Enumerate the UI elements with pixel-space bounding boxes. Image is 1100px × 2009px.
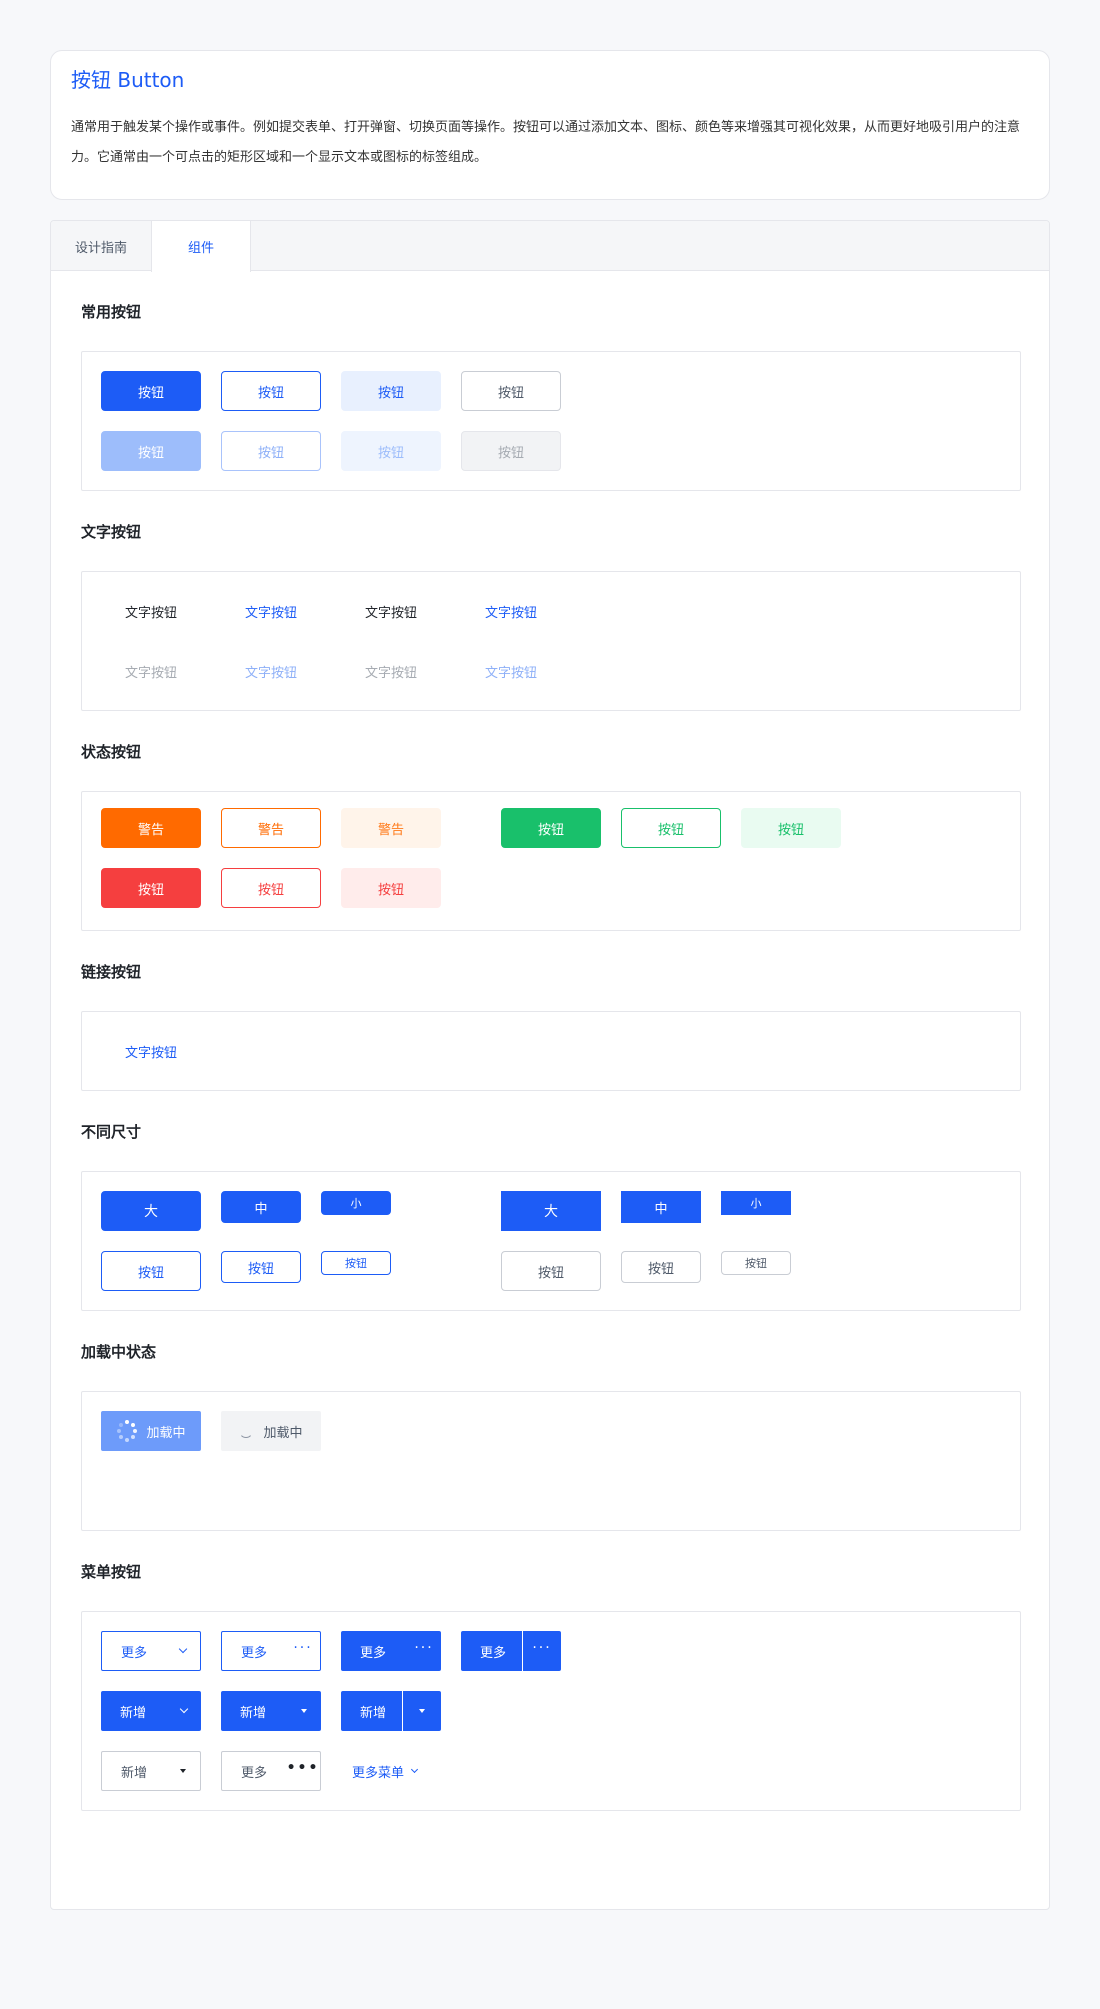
link-buttons-box: 文字按钮 xyxy=(81,1011,1021,1091)
content-panel: 设计指南 组件 常用按钮 按钮 按钮 按钮 按钮 按钮 按钮 按钮 按钮 文字按… xyxy=(50,220,1050,1910)
loading-spinner-icon xyxy=(116,1420,138,1442)
text-button-primary-disabled: 文字按钮 xyxy=(221,651,321,691)
tab-design-guide[interactable]: 设计指南 xyxy=(51,221,151,271)
loading-primary-button: 加载中 xyxy=(101,1411,201,1451)
primary-button[interactable]: 按钮 xyxy=(101,371,201,411)
section-title-loading: 加载中状态 xyxy=(81,1343,157,1361)
menu-buttons-box: 更多 更多 ··· 更多 ··· 更多 ··· 新增 新增 新增 新增 更多 •… xyxy=(81,1611,1021,1811)
danger-outline-button[interactable]: 按钮 xyxy=(221,868,321,908)
page-title: 按钮 Button xyxy=(71,68,185,92)
large-button-square[interactable]: 大 xyxy=(501,1191,601,1231)
more-dots-default[interactable]: 更多 ••• xyxy=(221,1751,321,1791)
more-dropdown-label: 更多 xyxy=(121,1645,148,1661)
status-buttons-box: 警告 警告 警告 按钮 按钮 按钮 按钮 按钮 按钮 xyxy=(81,791,1021,931)
medium-outline-button[interactable]: 按钮 xyxy=(221,1251,301,1283)
more-split-primary: 更多 ··· xyxy=(461,1631,561,1671)
more-dots-icon: ••• xyxy=(286,1760,320,1776)
more-menu-text-dropdown[interactable]: 更多菜单 xyxy=(341,1751,441,1791)
large-outline-button[interactable]: 按钮 xyxy=(101,1251,201,1291)
size-buttons-box: 大 中 小 大 中 小 按钮 按钮 按钮 按钮 按钮 按钮 xyxy=(81,1171,1021,1311)
primary-light-button[interactable]: 按钮 xyxy=(341,371,441,411)
medium-default-button[interactable]: 按钮 xyxy=(621,1251,701,1283)
section-title-menu: 菜单按钮 xyxy=(81,1563,142,1581)
add-caret-primary[interactable]: 新增 xyxy=(221,1691,321,1731)
more-dots-primary[interactable]: 更多 ··· xyxy=(341,1631,441,1671)
text-button-secondary-disabled: 文字按钮 xyxy=(341,651,441,691)
section-title-common: 常用按钮 xyxy=(81,303,142,321)
text-button[interactable]: 文字按钮 xyxy=(101,591,201,631)
section-title-size: 不同尺寸 xyxy=(81,1123,142,1141)
primary-button-disabled: 按钮 xyxy=(101,431,201,471)
add-split-label[interactable]: 新增 xyxy=(341,1691,403,1731)
success-button[interactable]: 按钮 xyxy=(501,808,601,848)
more-split-primary-label[interactable]: 更多 xyxy=(461,1631,523,1671)
text-button-primary-secondary[interactable]: 文字按钮 xyxy=(461,591,561,631)
small-outline-button[interactable]: 按钮 xyxy=(321,1251,391,1275)
more-dots-primary-label: 更多 xyxy=(360,1645,387,1661)
small-button-square[interactable]: 小 xyxy=(721,1191,791,1215)
primary-outline-button-disabled: 按钮 xyxy=(221,431,321,471)
loading-default-button: 加载中 xyxy=(221,1411,321,1451)
warning-button[interactable]: 警告 xyxy=(101,808,201,848)
small-button-rounded[interactable]: 小 xyxy=(321,1191,391,1215)
section-title-status: 状态按钮 xyxy=(81,743,142,761)
loading-default-label: 加载中 xyxy=(263,1425,303,1441)
warning-light-button[interactable]: 警告 xyxy=(341,808,441,848)
chevron-down-icon xyxy=(166,1632,200,1670)
small-default-button[interactable]: 按钮 xyxy=(721,1251,791,1275)
more-dots-outline[interactable]: 更多 ··· xyxy=(221,1631,321,1671)
loading-buttons-box: 加载中 加载中 xyxy=(81,1391,1021,1531)
common-buttons-box: 按钮 按钮 按钮 按钮 按钮 按钮 按钮 按钮 xyxy=(81,351,1021,491)
medium-button-square[interactable]: 中 xyxy=(621,1191,701,1223)
caret-down-icon xyxy=(287,1691,321,1731)
tab-components[interactable]: 组件 xyxy=(151,221,251,272)
add-caret-label: 新增 xyxy=(240,1705,267,1721)
add-dropdown-label: 新增 xyxy=(120,1705,147,1721)
more-dots-default-label: 更多 xyxy=(241,1765,268,1781)
danger-button[interactable]: 按钮 xyxy=(101,868,201,908)
text-button-secondary[interactable]: 文字按钮 xyxy=(341,591,441,631)
caret-down-icon xyxy=(166,1752,200,1790)
more-split-dots-icon[interactable]: ··· xyxy=(523,1631,561,1671)
more-dots-icon: ··· xyxy=(293,1640,313,1656)
success-light-button[interactable]: 按钮 xyxy=(741,808,841,848)
page-description: 通常用于触发某个操作或事件。例如提交表单、打开弹窗、切换页面等操作。按钮可以通过… xyxy=(71,120,1021,165)
section-title-link: 链接按钮 xyxy=(81,963,142,981)
section-title-text: 文字按钮 xyxy=(81,523,142,541)
text-buttons-box: 文字按钮 文字按钮 文字按钮 文字按钮 文字按钮 文字按钮 文字按钮 文字按钮 xyxy=(81,571,1021,711)
primary-outline-button[interactable]: 按钮 xyxy=(221,371,321,411)
more-dots-label: 更多 xyxy=(241,1645,268,1661)
caret-down-icon[interactable] xyxy=(403,1691,441,1731)
default-button[interactable]: 按钮 xyxy=(461,371,561,411)
link-button[interactable]: 文字按钮 xyxy=(101,1031,201,1071)
tab-bar: 设计指南 组件 xyxy=(51,221,1049,272)
text-button-primary[interactable]: 文字按钮 xyxy=(221,591,321,631)
add-caret-default-label: 新增 xyxy=(121,1765,148,1781)
text-button-disabled: 文字按钮 xyxy=(101,651,201,691)
chevron-down-icon xyxy=(404,1751,424,1791)
chevron-down-icon xyxy=(167,1691,201,1731)
large-default-button[interactable]: 按钮 xyxy=(501,1251,601,1291)
danger-light-button[interactable]: 按钮 xyxy=(341,868,441,908)
text-button-primary-secondary-disabled: 文字按钮 xyxy=(461,651,561,691)
medium-button-rounded[interactable]: 中 xyxy=(221,1191,301,1223)
default-button-disabled: 按钮 xyxy=(461,431,561,471)
loading-primary-label: 加载中 xyxy=(146,1425,186,1441)
success-outline-button[interactable]: 按钮 xyxy=(621,808,721,848)
large-button-rounded[interactable]: 大 xyxy=(101,1191,201,1231)
primary-light-button-disabled: 按钮 xyxy=(341,431,441,471)
loading-arc-icon xyxy=(239,1424,254,1438)
more-dropdown-outline[interactable]: 更多 xyxy=(101,1631,201,1671)
add-dropdown-primary[interactable]: 新增 xyxy=(101,1691,201,1731)
more-menu-label: 更多菜单 xyxy=(352,1765,405,1781)
intro-card: 按钮 Button 通常用于触发某个操作或事件。例如提交表单、打开弹窗、切换页面… xyxy=(50,50,1050,200)
more-dots-primary-icon: ··· xyxy=(414,1640,434,1656)
add-caret-default[interactable]: 新增 xyxy=(101,1751,201,1791)
warning-outline-button[interactable]: 警告 xyxy=(221,808,321,848)
add-split-primary: 新增 xyxy=(341,1691,441,1731)
